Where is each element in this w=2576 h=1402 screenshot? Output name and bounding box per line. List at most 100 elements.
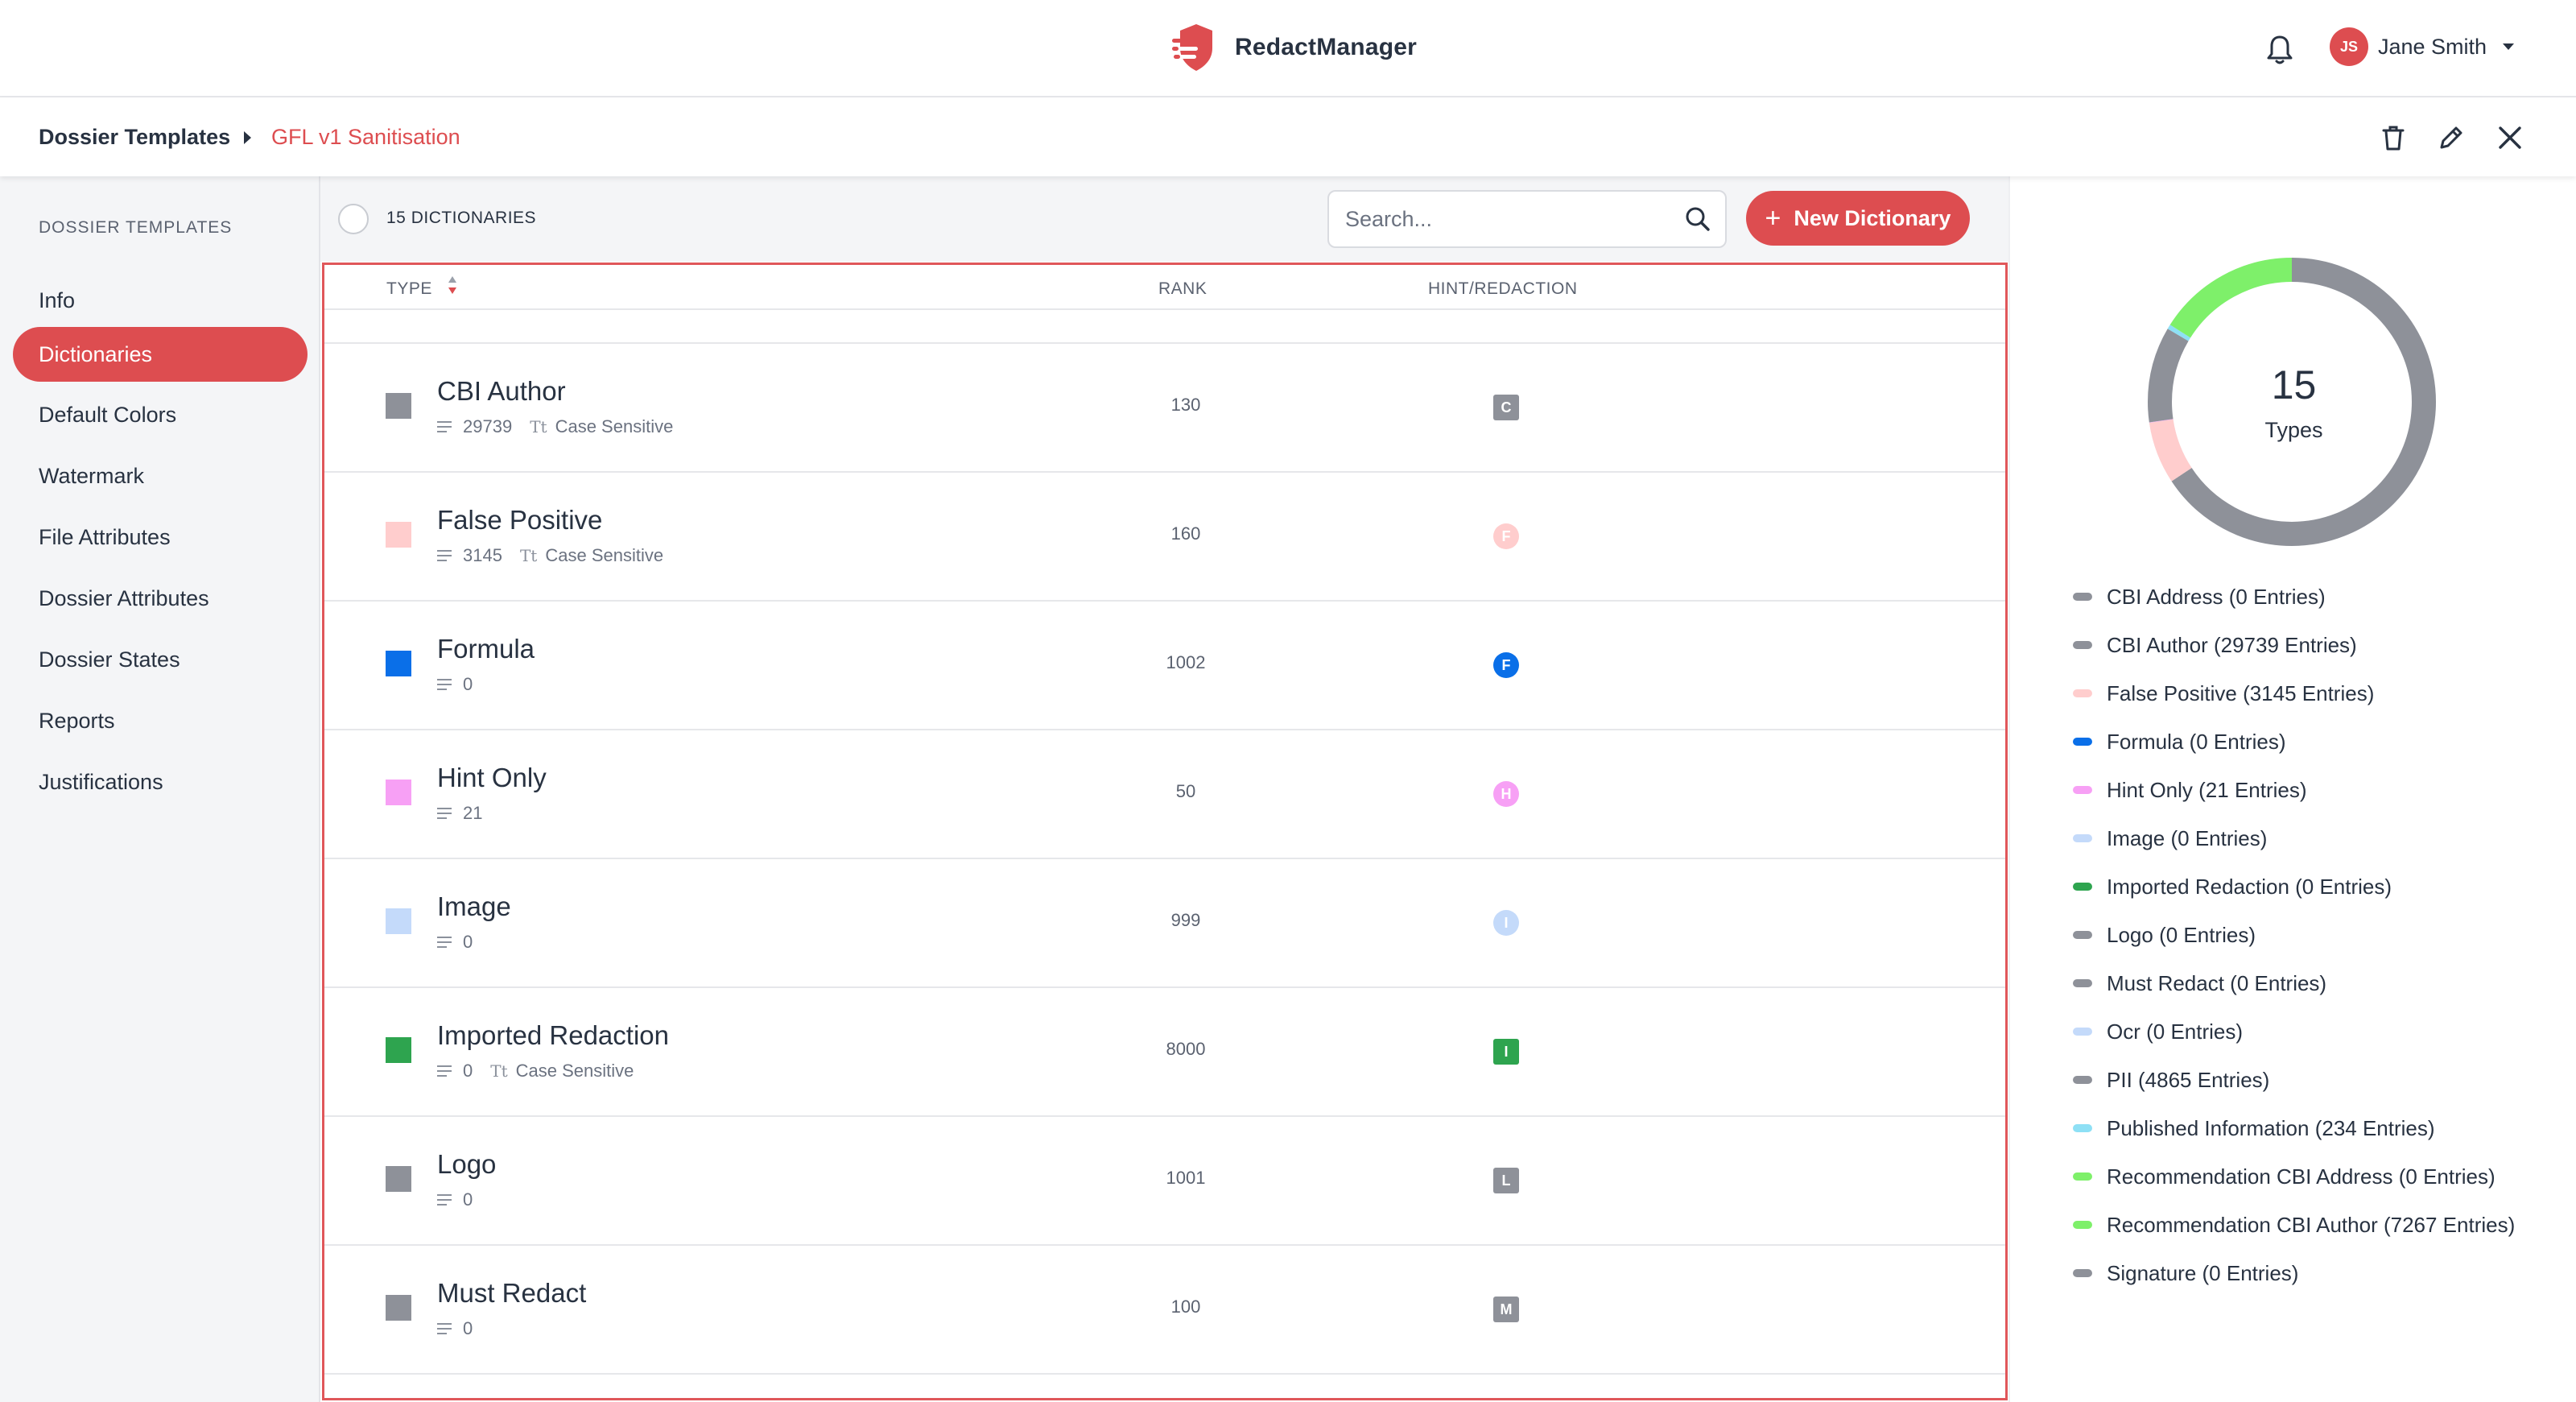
summary-panel: 15 Types CBI Address (0 Entries) CBI Auth… [2008, 176, 2576, 1402]
type-color-swatch [386, 1166, 411, 1192]
table-row[interactable]: Imported Redaction 0 Tt Case Sensitive 8000 I [324, 988, 2005, 1117]
entries-list-icon [437, 679, 452, 690]
search-input[interactable] [1345, 206, 1667, 232]
legend-label: Logo (0 Entries) [2107, 923, 2256, 947]
breadcrumb-dossier-templates[interactable]: Dossier Templates [39, 125, 230, 150]
sidebar-item-dossier-states[interactable]: Dossier States [13, 632, 308, 687]
sidebar-item-dictionaries[interactable]: Dictionaries [13, 327, 308, 382]
rank-value: 100 [1170, 1297, 1201, 1317]
sidebar-item-default-colors[interactable]: Default Colors [13, 387, 308, 442]
legend-color-dot [2073, 641, 2092, 649]
dictionary-meta: 21 [437, 803, 482, 824]
dictionary-table: TYPE RANK HINT/REDACTION CBI Address0TtC… [322, 263, 2008, 1400]
sort-icon[interactable] [447, 275, 458, 296]
legend-color-dot [2073, 1221, 2092, 1229]
table-row[interactable]: Logo 0 1001 L [324, 1117, 2005, 1246]
rank-value: 999 [1170, 910, 1201, 930]
entries-list-icon [437, 550, 452, 561]
breadcrumb-bar: Dossier Templates GFL v1 Sanitisation [0, 97, 2576, 176]
hint-redaction-badge: H [1493, 781, 1519, 807]
type-color-swatch [386, 780, 411, 805]
sidebar-item-info[interactable]: Info [13, 273, 308, 328]
table-row[interactable]: Formula 0 1002 F [324, 602, 2005, 730]
search-icon[interactable] [1683, 205, 1712, 234]
legend-label: CBI Author (29739 Entries) [2107, 633, 2357, 657]
column-hint-redaction[interactable]: HINT/REDACTION [1428, 279, 1578, 299]
legend-item: Imported Redaction (0 Entries) [2073, 874, 2524, 900]
rank-value: 8000 [1166, 1039, 1206, 1059]
legend-label: Signature (0 Entries) [2107, 1261, 2299, 1285]
case-sensitive-label: Case Sensitive [515, 1061, 634, 1081]
legend-item: False Positive (3145 Entries) [2073, 680, 2524, 706]
dictionary-name: Image [437, 891, 511, 921]
legend-label: Ocr (0 Entries) [2107, 1019, 2244, 1044]
dictionary-name: CBI Author [437, 376, 566, 406]
entry-count: 21 [463, 803, 483, 823]
hint-redaction-badge: M [1493, 1297, 1519, 1322]
entries-list-icon [437, 1323, 452, 1334]
legend-label: CBI Address (0 Entries) [2107, 585, 2326, 609]
legend-item: PII (4865 Entries) [2073, 1067, 2524, 1093]
sidebar-item-file-attributes[interactable]: File Attributes [13, 510, 308, 565]
dictionary-name: Imported Redaction [437, 1020, 669, 1050]
rank-value: 130 [1170, 395, 1201, 415]
entry-count: 3145 [463, 545, 502, 565]
table-row[interactable]: Must Redact 0 100 M [324, 1246, 2005, 1375]
case-sensitive-label: Case Sensitive [555, 416, 674, 436]
breadcrumb-arrow-icon [244, 131, 251, 144]
close-icon[interactable] [2496, 123, 2524, 152]
case-sensitive-icon: Tt [530, 417, 547, 436]
legend-label: PII (4865 Entries) [2107, 1068, 2270, 1092]
dictionary-meta: 29739 Tt Case Sensitive [437, 416, 673, 437]
sidebar-item-justifications[interactable]: Justifications [13, 755, 308, 809]
legend-item: Recommendation CBI Author (7267 Entries) [2073, 1212, 2524, 1238]
legend-color-dot [2073, 883, 2092, 891]
breadcrumb-current[interactable]: GFL v1 Sanitisation [271, 125, 460, 150]
table-row[interactable]: Image 0 999 I [324, 859, 2005, 988]
user-name: Jane Smith [2378, 34, 2487, 59]
legend-label: Published Information (234 Entries) [2107, 1116, 2435, 1140]
top-bar: RedactManager JS Jane Smith [0, 0, 2576, 97]
table-row[interactable]: False Positive 3145 Tt Case Sensitive 160 F [324, 473, 2005, 602]
hint-redaction-badge: I [1493, 910, 1519, 936]
legend-item: Signature (0 Entries) [2073, 1260, 2524, 1286]
column-type[interactable]: TYPE [386, 279, 432, 299]
sidebar-item-dossier-attributes[interactable]: Dossier Attributes [13, 571, 308, 626]
legend-color-dot [2073, 593, 2092, 601]
brand[interactable]: RedactManager [1172, 23, 1417, 72]
legend-item: Image (0 Entries) [2073, 825, 2524, 851]
edit-pencil-icon[interactable] [2437, 123, 2466, 152]
entries-list-icon [437, 1065, 452, 1077]
table-row[interactable]: CBI Author 29739 Tt Case Sensitive 130 C [324, 344, 2005, 473]
legend-label: Recommendation CBI Address (0 Entries) [2107, 1164, 2496, 1189]
dictionary-name: Formula [437, 634, 535, 664]
new-dictionary-button[interactable]: + New Dictionary [1746, 191, 1970, 246]
hint-redaction-badge: C [1493, 395, 1519, 420]
legend-label: Formula (0 Entries) [2107, 730, 2286, 754]
legend-color-dot [2073, 1076, 2092, 1084]
dictionary-meta: 0 [437, 1189, 473, 1210]
column-rank[interactable]: RANK [1158, 279, 1207, 299]
legend-label: Image (0 Entries) [2107, 826, 2268, 850]
legend-item: CBI Author (29739 Entries) [2073, 632, 2524, 658]
user-menu[interactable]: JS Jane Smith [2330, 27, 2515, 66]
plus-icon: + [1765, 203, 1781, 234]
sidebar-item-watermark[interactable]: Watermark [13, 449, 308, 503]
sidebar-item-reports[interactable]: Reports [13, 693, 308, 748]
search-box[interactable] [1327, 190, 1727, 248]
entry-count: 0 [463, 1318, 473, 1338]
notifications-bell-icon[interactable] [2265, 34, 2294, 66]
dictionary-meta: 3145 Tt Case Sensitive [437, 545, 663, 566]
legend-color-dot [2073, 689, 2092, 697]
legend-label: Must Redact (0 Entries) [2107, 971, 2327, 995]
entry-count: 29739 [463, 416, 513, 436]
entries-list-icon [437, 1194, 452, 1206]
table-row[interactable]: Hint Only 21 50 H [324, 730, 2005, 859]
select-all-checkbox[interactable] [338, 204, 369, 234]
entries-list-icon [437, 421, 452, 432]
trash-icon[interactable] [2379, 123, 2408, 152]
dictionary-name: False Positive [437, 505, 603, 535]
legend-color-dot [2073, 1028, 2092, 1036]
rank-value: 1001 [1166, 1168, 1206, 1188]
hint-redaction-badge: L [1493, 1168, 1519, 1193]
